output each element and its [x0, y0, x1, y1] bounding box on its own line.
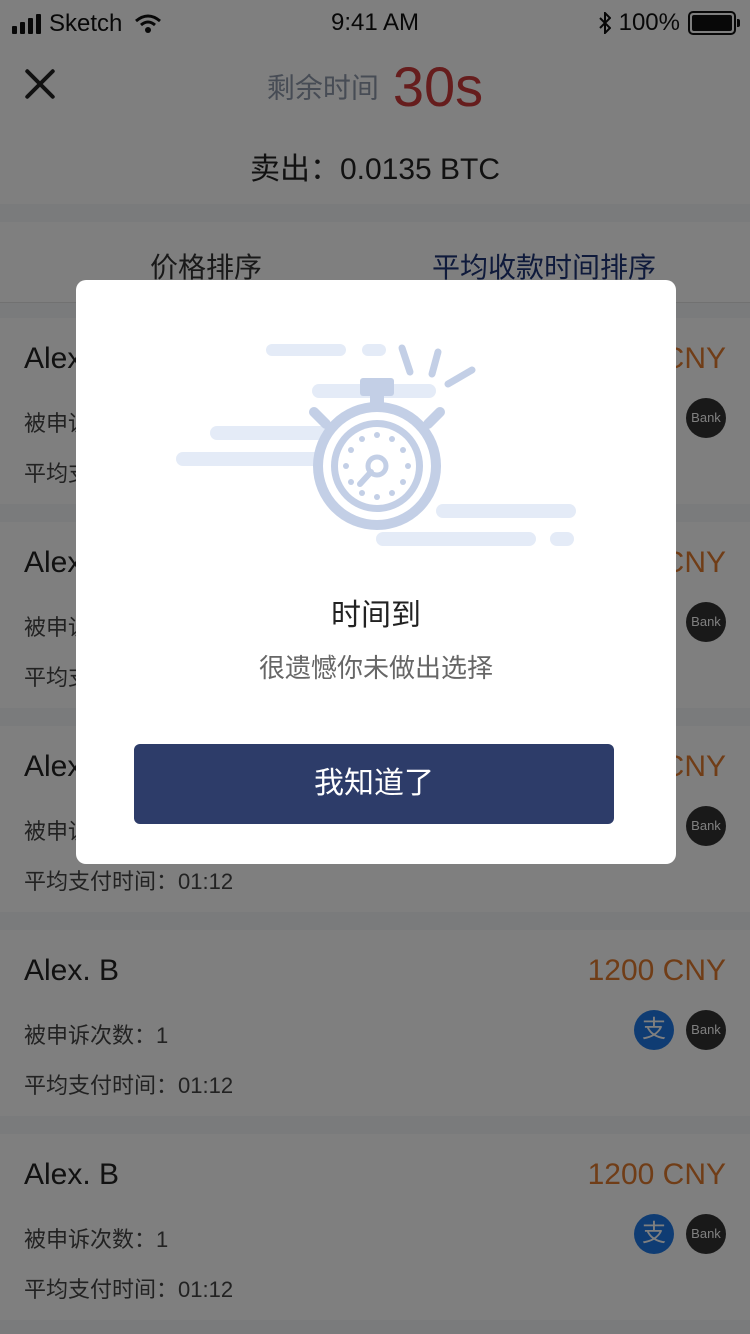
timeout-dialog: 时间到 很遗憾你未做出选择 我知道了 — [76, 280, 676, 864]
dialog-title: 时间到 — [331, 599, 421, 632]
dialog-message: 很遗憾你未做出选择 — [258, 653, 493, 683]
acknowledge-button[interactable]: 我知道了 — [134, 744, 614, 824]
stopwatch-icon — [176, 344, 576, 546]
